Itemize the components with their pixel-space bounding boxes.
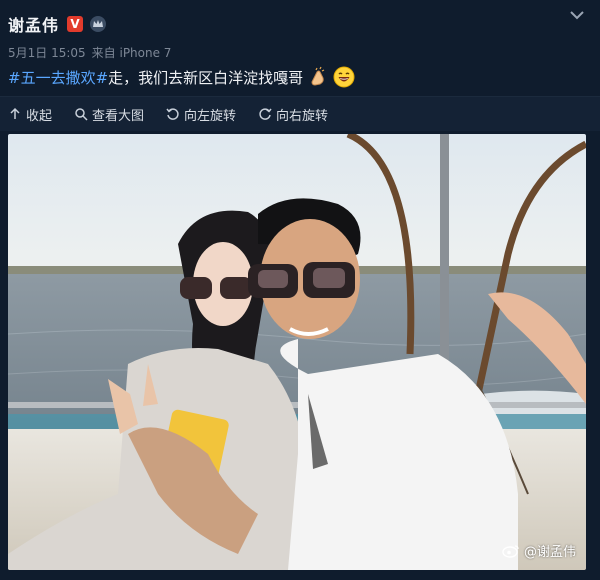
post-body: 走，我们去新区白洋淀找嘎哥 — [108, 68, 304, 87]
post-photo[interactable]: @谢孟伟 — [8, 134, 586, 570]
username[interactable]: 谢孟伟 — [8, 12, 59, 36]
chevron-down-icon[interactable] — [568, 6, 586, 24]
rotate-left-label: 向左旋转 — [184, 108, 237, 124]
photo-watermark: @谢孟伟 — [502, 541, 576, 560]
post-date[interactable]: 5月1日 15:05 — [8, 46, 86, 60]
rotate-left-button[interactable]: 向左旋转 — [166, 105, 236, 124]
collapse-button[interactable]: 收起 — [8, 105, 52, 124]
crown-icon — [90, 16, 107, 32]
rotate-right-button[interactable]: 向右旋转 — [258, 105, 328, 124]
image-toolbar: 收起 查看大图 向左旋转 向右旋转 — [0, 97, 600, 131]
laughing-emoji-icon — [333, 66, 355, 88]
post-source: 来自 iPhone 7 — [91, 46, 172, 60]
rotate-left-icon — [166, 108, 179, 120]
post-meta: 5月1日 15:05 来自 iPhone 7 — [8, 44, 177, 61]
weibo-icon — [502, 544, 519, 558]
rotate-right-label: 向右旋转 — [276, 108, 329, 124]
weibo-post: 谢孟伟 V 5月1日 15:05 来自 iPhone 7 #五一去撒欢# 走，我们… — [0, 0, 600, 580]
verified-badge: V — [67, 16, 84, 32]
collapse-label: 收起 — [26, 108, 53, 124]
hashtag-link[interactable]: #五一去撒欢# — [8, 67, 108, 88]
view-large-button[interactable]: 查看大图 — [74, 105, 144, 124]
search-icon — [75, 108, 88, 121]
user-row: 谢孟伟 V — [8, 12, 107, 36]
collapse-icon — [10, 107, 20, 119]
rotate-right-icon — [259, 108, 272, 120]
post-text: #五一去撒欢# 走，我们去新区白洋淀找嘎哥 — [8, 66, 355, 88]
watermark-text: @谢孟伟 — [523, 545, 576, 560]
view-large-label: 查看大图 — [92, 108, 145, 124]
clap-emoji-icon — [311, 66, 325, 86]
photo-scene — [8, 134, 586, 570]
